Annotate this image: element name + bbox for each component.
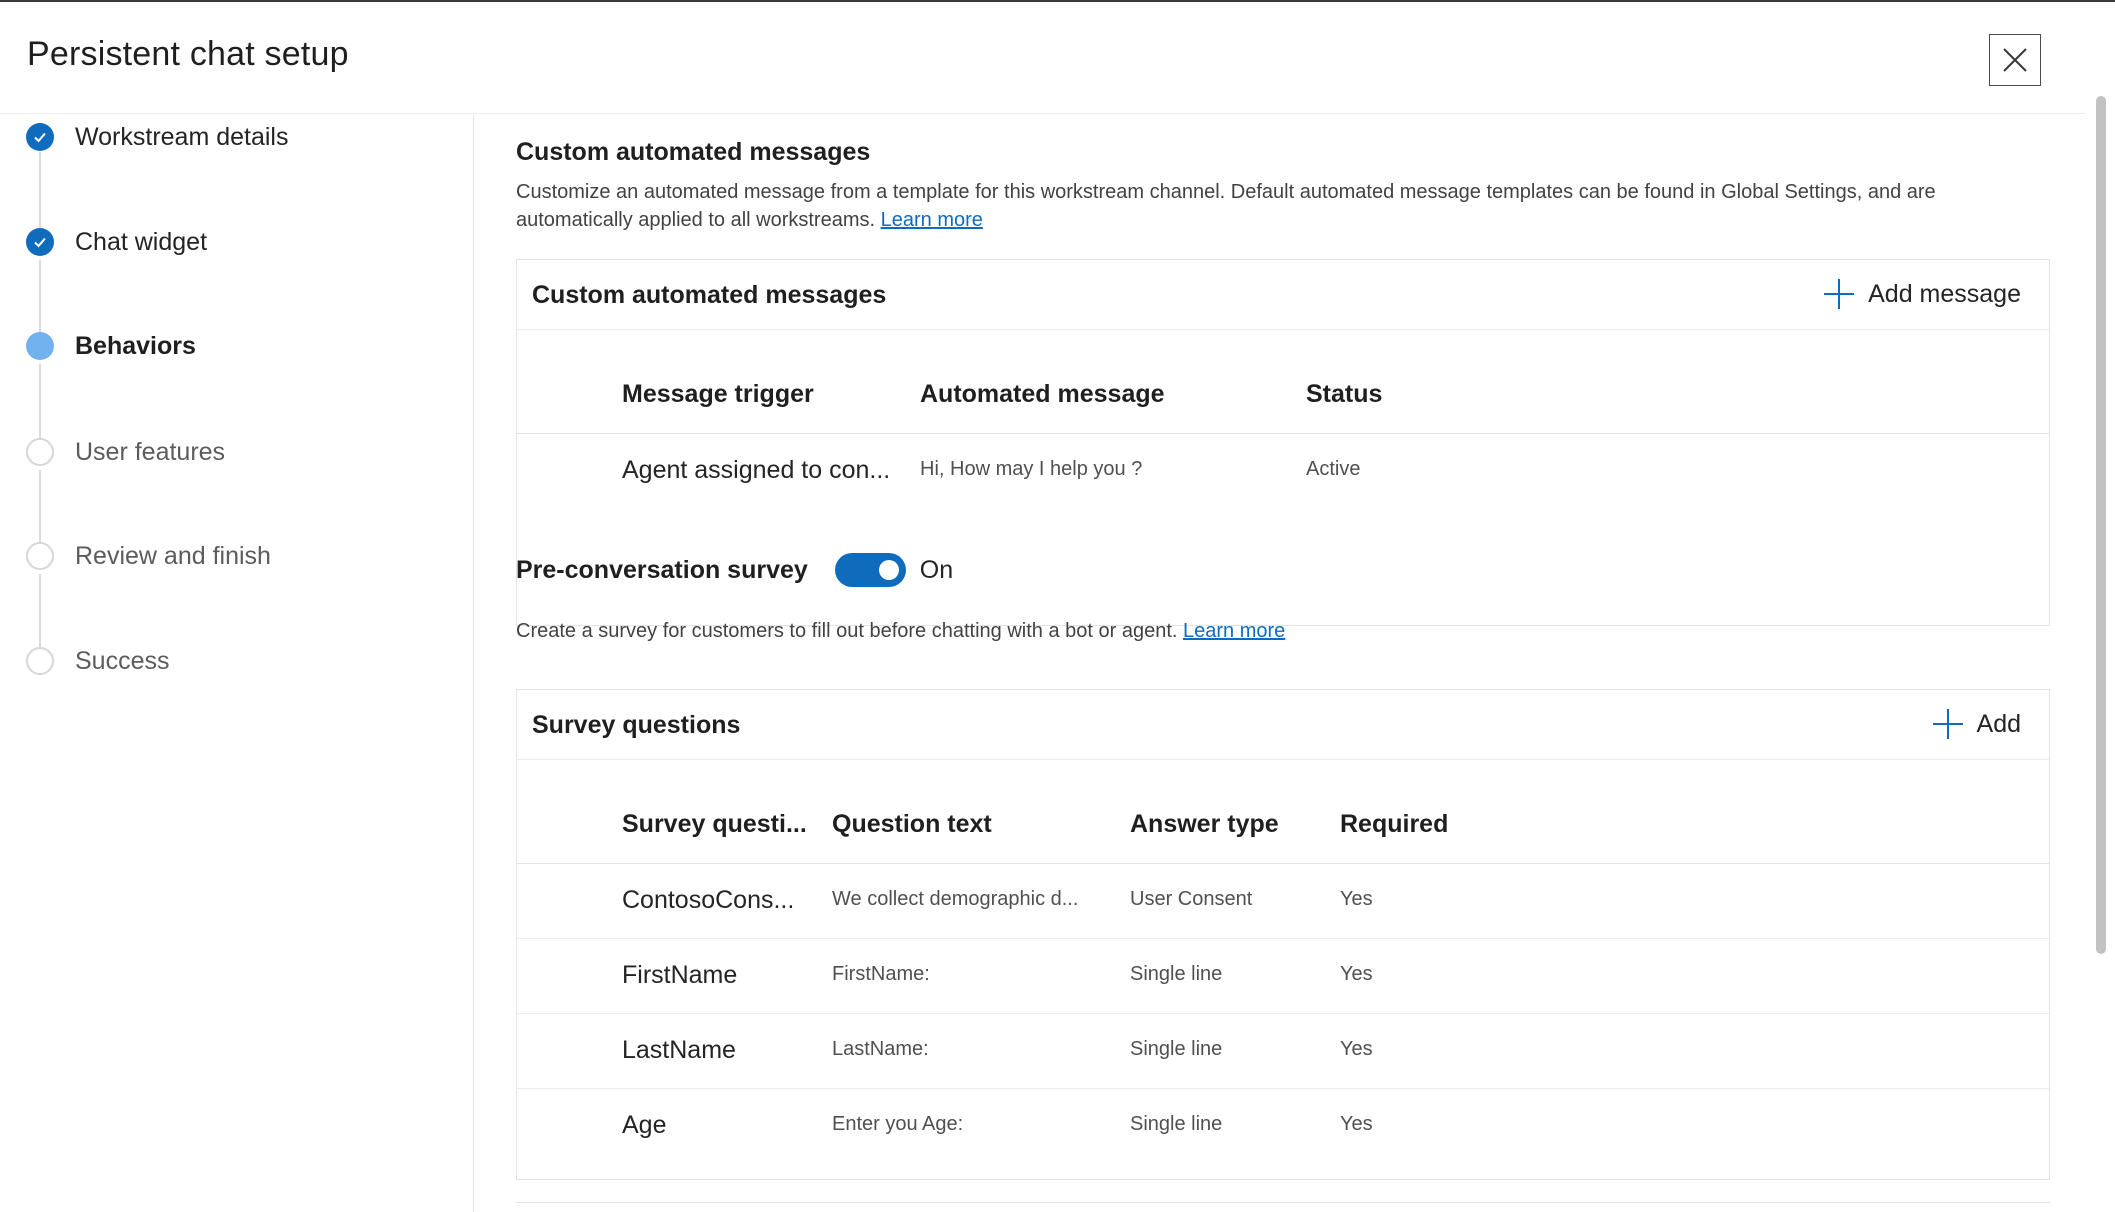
answer-type-cell: User Consent (1130, 888, 1253, 910)
survey-question-name-cell[interactable]: Age (622, 1111, 666, 1140)
pending-step-indicator (26, 438, 54, 466)
survey-question-name-cell[interactable]: ContosoCons... (622, 886, 794, 915)
column-header-question-text[interactable]: Question text (832, 810, 992, 839)
required-cell: Yes (1340, 888, 1373, 910)
table-header: Message trigger Automated message Status (517, 330, 2049, 434)
card-title: Survey questions (532, 711, 741, 739)
column-header-automated-message[interactable]: Automated message (920, 380, 1165, 409)
stepper-connector (39, 470, 41, 550)
survey-questions-card: Survey questions Add Survey questi... Qu… (516, 689, 2050, 1180)
table-row[interactable]: LastName LastName: Single line Yes (517, 1014, 2049, 1089)
step-user-features[interactable]: User features (26, 432, 225, 472)
step-label: Workstream details (75, 122, 289, 151)
step-label: User features (75, 437, 226, 466)
step-label: Success (75, 646, 170, 675)
step-review-and-finish[interactable]: Review and finish (26, 536, 271, 576)
toggle-knob (878, 560, 899, 580)
page-title: Persistent chat setup (27, 35, 349, 73)
survey-toggle-title: Pre-conversation survey (516, 555, 808, 584)
description-text: Create a survey for customers to fill ou… (516, 620, 1178, 642)
plus-icon (1824, 279, 1855, 309)
card-header: Custom automated messages Add message (517, 260, 2049, 330)
close-icon (2003, 48, 2027, 72)
add-message-label: Add message (1868, 279, 2021, 308)
pending-step-indicator (26, 542, 54, 570)
section-divider (516, 1202, 2050, 1203)
message-trigger-cell[interactable]: Agent assigned to con... (622, 456, 890, 485)
table-row[interactable]: Age Enter you Age: Single line Yes (517, 1089, 2049, 1164)
question-text-cell: FirstName: (832, 963, 930, 985)
description-text: automatically applied to all workstreams… (516, 209, 876, 231)
automated-message-cell: Hi, How may I help you ? (920, 458, 1143, 480)
required-cell: Yes (1340, 963, 1373, 985)
stepper-connector (39, 574, 41, 654)
survey-question-name-cell[interactable]: LastName (622, 1036, 736, 1065)
stepper-connector (39, 260, 41, 340)
survey-description: Create a survey for customers to fill ou… (516, 617, 1285, 645)
toggle-state-label: On (919, 555, 954, 584)
column-header-status[interactable]: Status (1306, 380, 1382, 409)
status-cell: Active (1306, 458, 1361, 480)
description-text: Customize an automated message from a te… (516, 181, 1936, 203)
table-header: Survey questi... Question text Answer ty… (517, 760, 2049, 864)
step-chat-widget[interactable]: Chat widget (26, 222, 207, 262)
step-label: Behaviors (75, 331, 196, 360)
step-behaviors[interactable]: Behaviors (26, 326, 196, 366)
pending-step-indicator (26, 647, 54, 675)
card-title: Custom automated messages (532, 281, 887, 309)
column-header-required[interactable]: Required (1340, 810, 1448, 839)
step-label: Chat widget (75, 227, 208, 256)
pre-conversation-survey-row: Pre-conversation survey On (516, 550, 953, 590)
required-cell: Yes (1340, 1038, 1373, 1060)
current-step-indicator (26, 332, 54, 360)
setup-stepper: Workstream details Chat widget Behaviors… (0, 114, 474, 1212)
answer-type-cell: Single line (1130, 1038, 1223, 1060)
add-question-button[interactable]: Add (1932, 709, 2021, 739)
add-message-button[interactable]: Add message (1824, 279, 2021, 309)
step-workstream-details[interactable]: Workstream details (26, 117, 289, 157)
close-button[interactable] (1989, 34, 2041, 86)
learn-more-link[interactable]: Learn more (1183, 620, 1285, 642)
plus-icon (1932, 709, 1963, 739)
panel-header: Persistent chat setup (0, 2, 2085, 114)
survey-question-name-cell[interactable]: FirstName (622, 961, 737, 990)
add-question-label: Add (1976, 709, 2021, 738)
step-label: Review and finish (75, 541, 271, 570)
column-header-survey-question[interactable]: Survey questi... (622, 810, 807, 839)
vertical-scrollbar[interactable] (2096, 96, 2106, 954)
stepper-connector (39, 152, 41, 232)
check-icon (26, 123, 54, 151)
learn-more-link[interactable]: Learn more (881, 209, 983, 231)
behaviors-content: Custom automated messages Customize an a… (516, 114, 2050, 1212)
column-header-message-trigger[interactable]: Message trigger (622, 380, 814, 409)
answer-type-cell: Single line (1130, 963, 1223, 985)
question-text-cell: We collect demographic d... (832, 888, 1079, 910)
custom-messages-heading: Custom automated messages (516, 138, 871, 166)
table-row[interactable]: FirstName FirstName: Single line Yes (517, 939, 2049, 1014)
stepper-connector (39, 364, 41, 444)
required-cell: Yes (1340, 1113, 1373, 1135)
answer-type-cell: Single line (1130, 1113, 1223, 1135)
question-text-cell: Enter you Age: (832, 1113, 964, 1135)
table-row[interactable]: Agent assigned to con... Hi, How may I h… (517, 434, 2049, 509)
card-header: Survey questions Add (517, 690, 2049, 760)
custom-messages-description: Customize an automated message from a te… (516, 178, 1936, 234)
column-header-answer-type[interactable]: Answer type (1130, 810, 1279, 839)
check-icon (26, 228, 54, 256)
survey-toggle[interactable] (834, 553, 906, 587)
question-text-cell: LastName: (832, 1038, 929, 1060)
step-success[interactable]: Success (26, 641, 169, 681)
table-row[interactable]: ContosoCons... We collect demographic d.… (517, 864, 2049, 939)
